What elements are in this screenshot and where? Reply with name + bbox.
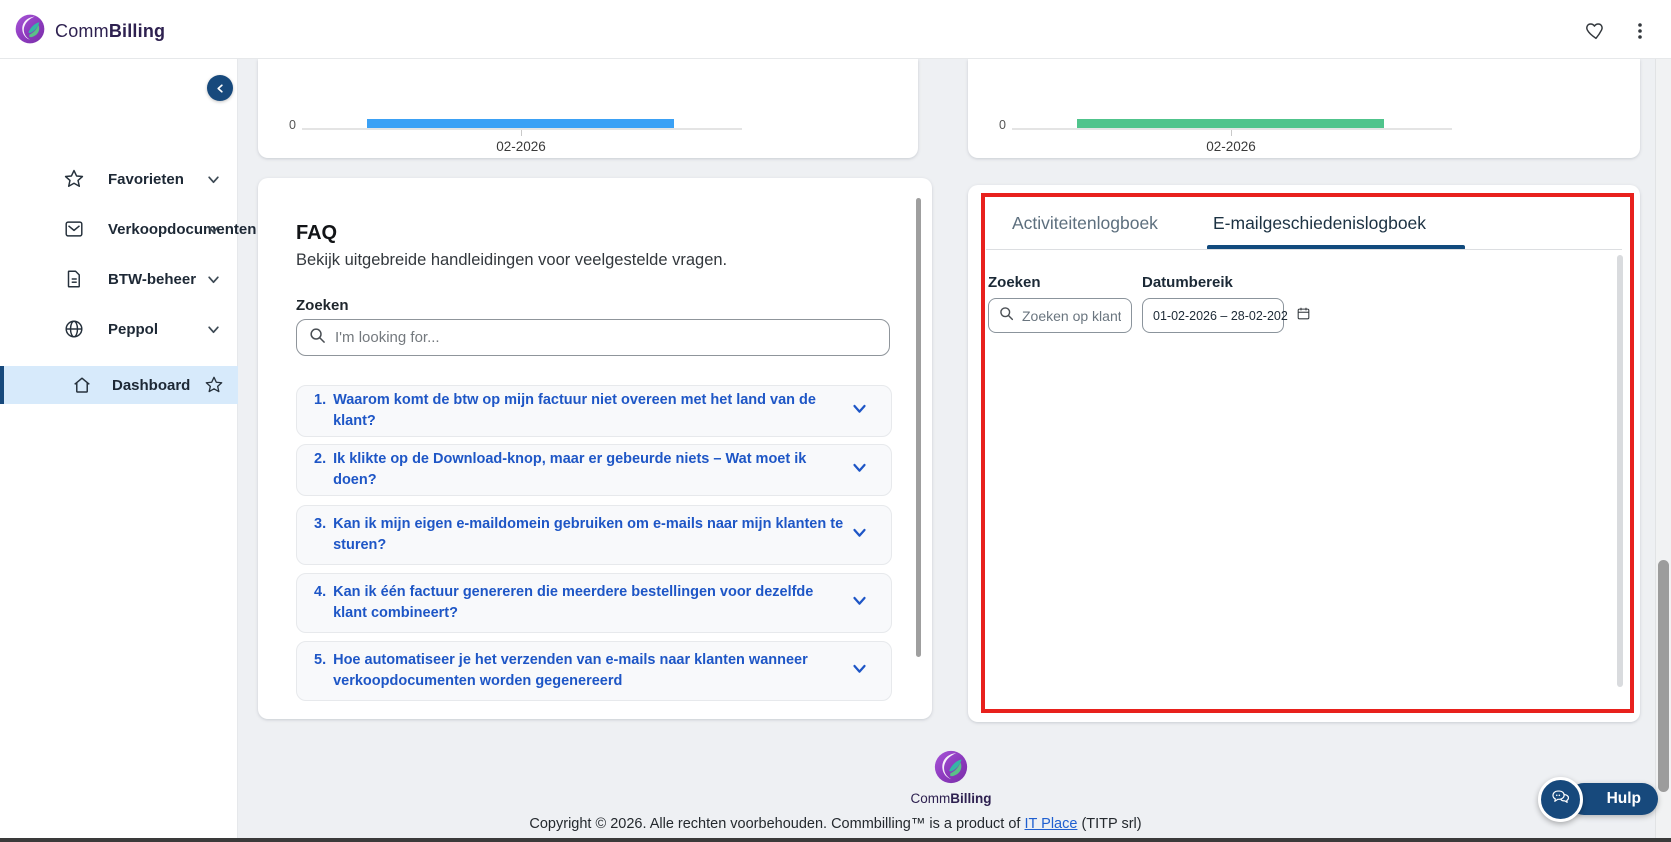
faq-item-number: 5. (314, 650, 326, 692)
tab-emailgeschiedenislogboek[interactable]: E-mailgeschiedenislogboek (1213, 213, 1426, 234)
star-icon (62, 167, 86, 191)
sidebar-item-label: Dashboard (112, 377, 190, 394)
search-icon (309, 327, 326, 349)
sidebar-item-label: BTW-beheer (108, 271, 196, 288)
faq-search-input[interactable] (335, 329, 877, 346)
faq-item-number: 3. (314, 514, 326, 556)
date-range-value: 01-02-2026 – 28-02-202 (1153, 309, 1288, 323)
bar-green (1077, 119, 1384, 128)
chevron-down-icon (852, 401, 867, 421)
faq-item-question: Hoe automatiseer je het verzenden van e-… (333, 650, 847, 692)
chart-card-right: 0 02-2026 (968, 59, 1640, 158)
commbilling-logo-icon (14, 13, 46, 50)
faq-item-question: Kan ik mijn eigen e-maildomein gebruiken… (333, 514, 847, 556)
chevron-down-icon (852, 460, 867, 480)
log-panel-card: Activiteitenlogboek E-mailgeschiedenislo… (968, 185, 1640, 722)
search-icon (999, 306, 1014, 326)
log-scrollbar-thumb[interactable] (1617, 255, 1623, 687)
chevron-down-icon (852, 525, 867, 545)
faq-item-3[interactable]: 3.Kan ik mijn eigen e-maildomein gebruik… (296, 505, 892, 565)
it-place-link[interactable]: IT Place (1025, 816, 1078, 832)
sidebar-item-label: Verkoopdocumenten (108, 221, 256, 238)
tab-activiteitenlogboek[interactable]: Activiteitenlogboek (1012, 213, 1158, 234)
chat-bubbles-icon (1550, 787, 1572, 812)
faq-item-number: 1. (314, 390, 326, 432)
x-axis-category-label: 02-2026 (1131, 139, 1331, 154)
app-window: CommBilling Favorieten (0, 0, 1671, 842)
window-scrollbar-thumb[interactable] (1658, 560, 1669, 792)
faq-search-box (296, 319, 890, 356)
help-button-label: Hulp (1607, 790, 1641, 808)
chart-card-left: 0 02-2026 (258, 59, 918, 158)
window-scrollbar-track[interactable] (1655, 59, 1671, 838)
window-bottom-edge (0, 838, 1671, 842)
y-axis-tick-label: 0 (984, 118, 1006, 132)
bar-blue (367, 119, 674, 128)
x-axis-line (302, 128, 742, 130)
chevron-down-icon (206, 272, 220, 286)
x-axis-tick (1231, 130, 1232, 136)
sidebar: Favorieten Verkoopdocumenten BTW-beheer (0, 59, 238, 838)
help-chat-button[interactable] (1538, 777, 1583, 822)
faq-search-label: Zoeken (296, 297, 349, 314)
chevron-down-icon (206, 222, 220, 236)
x-axis-category-label: 02-2026 (421, 139, 621, 154)
x-axis-tick (521, 130, 522, 136)
faq-subtitle: Bekijk uitgebreide handleidingen voor ve… (296, 251, 727, 270)
log-search-box (988, 298, 1132, 333)
brand-logo[interactable]: CommBilling (14, 13, 165, 50)
tab-strip-border (986, 249, 1622, 250)
faq-item-2[interactable]: 2.Ik klikte op de Download-knop, maar er… (296, 444, 892, 496)
chevron-down-icon (206, 172, 220, 186)
log-search-input[interactable] (1022, 308, 1121, 324)
sidebar-item-verkoopdocumenten[interactable]: Verkoopdocumenten (0, 207, 238, 251)
faq-item-number: 2. (314, 449, 326, 491)
sidebar-item-favorieten[interactable]: Favorieten (0, 157, 238, 201)
chevron-down-icon (852, 593, 867, 613)
faq-item-question: Kan ik één factuur genereren die meerder… (333, 582, 847, 624)
sidebar-item-label: Peppol (108, 321, 158, 338)
faq-item-question: Waarom komt de btw op mijn factuur niet … (333, 390, 847, 432)
favorite-heart-icon[interactable] (1584, 19, 1608, 43)
date-range-label: Datumbereik (1142, 274, 1233, 291)
home-icon (70, 373, 94, 397)
sidebar-collapse-button[interactable] (207, 75, 233, 101)
globe-icon (62, 317, 86, 341)
sidebar-item-label: Favorieten (108, 171, 184, 188)
inbox-icon (62, 217, 86, 241)
log-search-label: Zoeken (988, 274, 1041, 291)
favorite-star-icon[interactable] (202, 373, 226, 397)
x-axis-line (1012, 128, 1452, 130)
sidebar-item-dashboard[interactable]: Dashboard (0, 366, 238, 404)
faq-item-number: 4. (314, 582, 326, 624)
date-range-picker[interactable]: 01-02-2026 – 28-02-202 (1142, 298, 1284, 333)
faq-item-4[interactable]: 4.Kan ik één factuur genereren die meerd… (296, 573, 892, 633)
calendar-icon (1296, 306, 1311, 326)
copyright-suffix: (TITP srl) (1077, 816, 1141, 832)
brand-name: CommBilling (55, 21, 165, 42)
document-icon (62, 267, 86, 291)
faq-title: FAQ (296, 222, 337, 245)
sidebar-item-btw-beheer[interactable]: BTW-beheer (0, 257, 238, 301)
faq-scrollbar-thumb[interactable] (916, 198, 921, 657)
y-axis-tick-label: 0 (274, 118, 296, 132)
footer-brand-name: CommBilling (851, 791, 1051, 806)
kebab-menu-icon[interactable] (1628, 19, 1652, 43)
footer-commbilling-logo-icon (933, 749, 969, 785)
faq-item-1[interactable]: 1.Waarom komt de btw op mijn factuur nie… (296, 385, 892, 437)
copyright-prefix: Copyright © 2026. Alle rechten voorbehou… (529, 816, 1024, 832)
chevron-down-icon (852, 661, 867, 681)
faq-card: FAQ Bekijk uitgebreide handleidingen voo… (258, 178, 932, 719)
sidebar-item-peppol[interactable]: Peppol (0, 307, 238, 351)
top-header: CommBilling (0, 0, 1671, 59)
copyright-text: Copyright © 2026. Alle rechten voorbehou… (0, 816, 1671, 832)
chevron-down-icon (206, 322, 220, 336)
faq-item-5[interactable]: 5.Hoe automatiseer je het verzenden van … (296, 641, 892, 701)
faq-item-question: Ik klikte op de Download-knop, maar er g… (333, 449, 847, 491)
